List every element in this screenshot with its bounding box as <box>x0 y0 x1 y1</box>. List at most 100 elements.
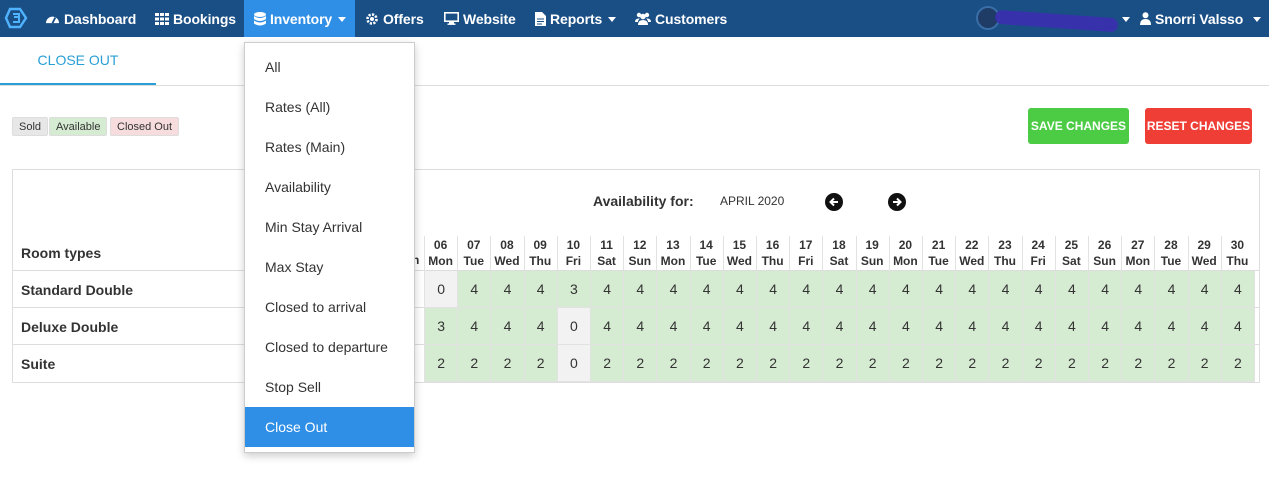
availability-cell[interactable]: 4 <box>889 308 923 345</box>
availability-cell[interactable]: 2 <box>923 345 957 382</box>
availability-cell[interactable]: 4 <box>723 308 757 345</box>
availability-cell[interactable]: 4 <box>1221 271 1255 308</box>
availability-cell[interactable]: 4 <box>1055 308 1089 345</box>
availability-cell[interactable]: 4 <box>1022 271 1056 308</box>
availability-cell[interactable]: 2 <box>823 345 857 382</box>
availability-cell[interactable]: 4 <box>757 308 791 345</box>
availability-cell[interactable]: 2 <box>524 345 558 382</box>
availability-cell[interactable]: 0 <box>557 308 591 345</box>
availability-cell[interactable]: 2 <box>723 345 757 382</box>
availability-cell[interactable]: 2 <box>1055 345 1089 382</box>
availability-cell[interactable]: 4 <box>757 271 791 308</box>
availability-cell[interactable]: 4 <box>856 271 890 308</box>
availability-cell[interactable]: 4 <box>1122 271 1156 308</box>
availability-cell[interactable]: 4 <box>1022 308 1056 345</box>
availability-cell[interactable]: 2 <box>1122 345 1156 382</box>
availability-cell[interactable]: 4 <box>723 271 757 308</box>
dropdown-item-rates-main[interactable]: Rates (Main) <box>245 127 414 167</box>
availability-cell[interactable]: 2 <box>790 345 824 382</box>
reset-changes-button[interactable]: RESET CHANGES <box>1145 108 1252 144</box>
availability-cell[interactable]: 4 <box>458 308 492 345</box>
availability-cell[interactable]: 2 <box>1022 345 1056 382</box>
availability-cell[interactable]: 2 <box>690 345 724 382</box>
nav-reports[interactable]: Reports <box>535 0 617 37</box>
availability-cell[interactable]: 4 <box>856 308 890 345</box>
nav-website[interactable]: Website <box>444 0 516 37</box>
availability-cell[interactable]: 2 <box>458 345 492 382</box>
availability-cell[interactable]: 4 <box>1089 308 1123 345</box>
availability-cell[interactable]: 4 <box>1188 271 1222 308</box>
availability-cell[interactable]: 2 <box>757 345 791 382</box>
nav-bookings[interactable]: Bookings <box>155 0 236 37</box>
availability-cell[interactable]: 4 <box>956 271 990 308</box>
dropdown-item-stop-sell[interactable]: Stop Sell <box>245 367 414 407</box>
availability-cell[interactable]: 4 <box>690 308 724 345</box>
app-logo-icon[interactable] <box>4 6 28 30</box>
dropdown-item-availability[interactable]: Availability <box>245 167 414 207</box>
dropdown-item-rates-all[interactable]: Rates (All) <box>245 87 414 127</box>
availability-cell[interactable]: 4 <box>624 271 658 308</box>
availability-cell[interactable]: 4 <box>790 308 824 345</box>
dropdown-item-close-out[interactable]: Close Out <box>245 407 414 447</box>
dropdown-item-all[interactable]: All <box>245 47 414 87</box>
tab-close-out[interactable]: CLOSE OUT <box>0 37 156 85</box>
nav-offers[interactable]: Offers <box>365 0 424 37</box>
availability-cell[interactable]: 4 <box>491 308 525 345</box>
availability-cell[interactable]: 4 <box>1155 271 1189 308</box>
availability-cell[interactable]: 2 <box>1221 345 1255 382</box>
availability-cell[interactable]: 4 <box>524 271 558 308</box>
availability-cell[interactable]: 4 <box>690 271 724 308</box>
availability-cell[interactable]: 4 <box>491 271 525 308</box>
dropdown-item-closed-to-departure[interactable]: Closed to departure <box>245 327 414 367</box>
next-month-button[interactable] <box>888 193 906 211</box>
availability-cell[interactable]: 4 <box>989 271 1023 308</box>
nav-dashboard[interactable]: Dashboard <box>45 0 136 37</box>
availability-cell[interactable]: 2 <box>956 345 990 382</box>
availability-cell[interactable]: 4 <box>1055 271 1089 308</box>
nav-inventory[interactable]: Inventory <box>244 0 355 37</box>
availability-cell[interactable]: 4 <box>956 308 990 345</box>
availability-cell[interactable]: 2 <box>657 345 691 382</box>
availability-cell[interactable]: 4 <box>591 308 625 345</box>
availability-cell[interactable]: 4 <box>1155 308 1189 345</box>
availability-cell[interactable]: 4 <box>591 271 625 308</box>
availability-cell[interactable]: 4 <box>823 271 857 308</box>
availability-cell[interactable]: 2 <box>889 345 923 382</box>
availability-cell[interactable]: 2 <box>1188 345 1222 382</box>
save-changes-button[interactable]: SAVE CHANGES <box>1028 108 1129 144</box>
availability-cell[interactable]: 4 <box>1221 308 1255 345</box>
dropdown-item-min-stay-arrival[interactable]: Min Stay Arrival <box>245 207 414 247</box>
availability-cell[interactable]: 0 <box>557 345 591 382</box>
availability-cell[interactable]: 2 <box>856 345 890 382</box>
availability-cell[interactable]: 4 <box>1188 308 1222 345</box>
nav-customers[interactable]: Customers <box>635 0 727 37</box>
availability-cell[interactable]: 2 <box>989 345 1023 382</box>
dropdown-item-closed-to-arrival[interactable]: Closed to arrival <box>245 287 414 327</box>
availability-cell[interactable]: 4 <box>790 271 824 308</box>
availability-cell[interactable]: 2 <box>591 345 625 382</box>
availability-cell[interactable]: 4 <box>1122 308 1156 345</box>
availability-cell[interactable]: 4 <box>1089 271 1123 308</box>
availability-cell[interactable]: 2 <box>425 345 459 382</box>
availability-cell[interactable]: 2 <box>1089 345 1123 382</box>
availability-cell[interactable]: 4 <box>923 308 957 345</box>
availability-cell[interactable]: 2 <box>491 345 525 382</box>
availability-cell[interactable]: 4 <box>624 308 658 345</box>
availability-cell[interactable]: 4 <box>657 308 691 345</box>
availability-cell[interactable]: 2 <box>624 345 658 382</box>
availability-cell[interactable]: 4 <box>524 308 558 345</box>
availability-cell[interactable]: 2 <box>1155 345 1189 382</box>
availability-cell[interactable]: 3 <box>557 271 591 308</box>
availability-cell[interactable]: 4 <box>823 308 857 345</box>
dropdown-item-max-stay[interactable]: Max Stay <box>245 247 414 287</box>
user-menu[interactable]: Snorri Valsso <box>1140 0 1269 37</box>
availability-cell[interactable]: 3 <box>425 308 459 345</box>
property-selector-caret[interactable] <box>1116 0 1130 37</box>
availability-cell[interactable]: 4 <box>889 271 923 308</box>
availability-cell[interactable]: 4 <box>657 271 691 308</box>
availability-cell[interactable]: 4 <box>458 271 492 308</box>
availability-cell[interactable]: 4 <box>923 271 957 308</box>
availability-cell[interactable]: 0 <box>425 271 459 308</box>
availability-cell[interactable]: 4 <box>989 308 1023 345</box>
prev-month-button[interactable] <box>825 193 843 211</box>
